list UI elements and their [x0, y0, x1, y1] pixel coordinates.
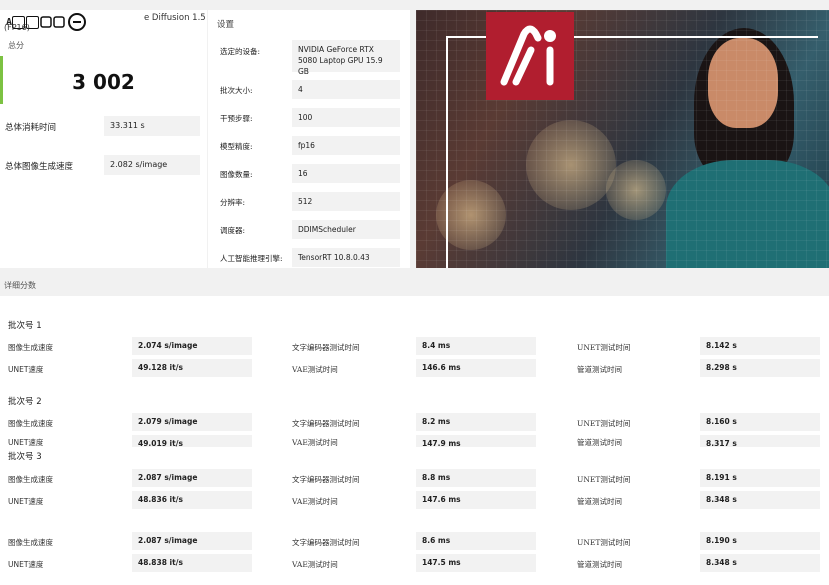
batch-title: 批次号 1 — [8, 321, 42, 331]
unet-time-label: UNET测试时间 — [577, 475, 631, 484]
batch2-text-encoder: 8.2 ms — [416, 413, 536, 431]
text-encoder-label: 文字编码器测试时间 — [292, 343, 360, 352]
setting-value: TensorRT 10.8.0.43 — [292, 248, 400, 267]
unet-time-label: UNET测试时间 — [577, 419, 631, 428]
setting-label: 分辨率: — [220, 198, 246, 207]
batch3-gen-speed: 2.087 s/image — [132, 469, 252, 487]
batch3-pipeline: 8.348 s — [700, 491, 820, 509]
setting-value: 512 — [292, 192, 400, 211]
batch1-vae: 146.6 ms — [416, 359, 536, 377]
gen-speed-label: 总体图像生成速度 — [5, 162, 74, 172]
pipeline-label: 管道测试时间 — [577, 560, 622, 569]
batch4-gen-speed: 2.087 s/image — [132, 532, 252, 550]
batch2-unet-speed: 49.019 it/s — [132, 435, 252, 447]
unet-speed-label: UNET速度 — [8, 365, 44, 374]
batch4-unet-speed: 48.838 it/s — [132, 554, 252, 572]
vae-label: VAE测试时间 — [292, 560, 338, 569]
total-time-label: 总体消耗时间 — [5, 123, 57, 133]
setting-label: 图像数量: — [220, 170, 253, 179]
gen-speed-label: 图像生成速度 — [8, 343, 53, 352]
unet-speed-label: UNET速度 — [8, 497, 44, 506]
text-encoder-label: 文字编码器测试时间 — [292, 419, 360, 428]
gen-speed-label: 图像生成速度 — [8, 475, 53, 484]
batch3-unet-speed: 48.836 it/s — [132, 491, 252, 509]
batch4-text-encoder: 8.6 ms — [416, 532, 536, 550]
benchmark-hero-image — [416, 10, 829, 268]
batch4-unet-time: 8.190 s — [700, 532, 820, 550]
unet-time-label: UNET测试时间 — [577, 343, 631, 352]
benchmark-title: e Diffusion 1.5 — [144, 13, 206, 23]
setting-label: 选定的设备: — [220, 47, 261, 56]
batch2-unet-time: 8.160 s — [700, 413, 820, 431]
total-time-value: 33.311 s — [104, 116, 200, 136]
setting-value: 4 — [292, 80, 400, 99]
brand-circle-icon — [68, 13, 87, 31]
batch3-unet-time: 8.191 s — [700, 469, 820, 487]
batch2-vae: 147.9 ms — [416, 435, 536, 447]
batch2-clipped-row: UNET速度 49.019 it/s VAE测试时间 147.9 ms 管道测试… — [0, 435, 829, 447]
benchmark-title-line2: (FP16) — [4, 23, 30, 32]
text-encoder-label: 文字编码器测试时间 — [292, 475, 360, 484]
setting-label: 模型精度: — [220, 142, 253, 151]
batch3-text-encoder: 8.8 ms — [416, 469, 536, 487]
total-score: 3 002 — [72, 70, 135, 94]
batch2-gen-speed: 2.079 s/image — [132, 413, 252, 431]
batch1-unet-time: 8.142 s — [700, 337, 820, 355]
ai-logo-icon — [486, 12, 574, 100]
vae-label: VAE测试时间 — [292, 365, 338, 374]
vae-label: VAE测试时间 — [292, 438, 338, 447]
pipeline-label: 管道测试时间 — [577, 365, 622, 374]
pipeline-label: 管道测试时间 — [577, 497, 622, 506]
setting-label: 干预步骤: — [220, 114, 253, 123]
setting-value: DDIMScheduler — [292, 220, 400, 239]
batch4-pipeline: 8.348 s — [700, 554, 820, 572]
batch1-text-encoder: 8.4 ms — [416, 337, 536, 355]
batch3-vae: 147.6 ms — [416, 491, 536, 509]
batch-title: 批次号 3 — [8, 452, 42, 462]
batch-title: 批次号 2 — [8, 397, 42, 407]
gen-speed-value: 2.082 s/image — [104, 155, 200, 175]
batch4-vae: 147.5 ms — [416, 554, 536, 572]
vae-label: VAE测试时间 — [292, 497, 338, 506]
setting-label: 批次大小: — [220, 86, 253, 95]
unet-speed-label: UNET速度 — [8, 438, 44, 447]
setting-value: 16 — [292, 164, 400, 183]
setting-label: 人工智能推理引擎: — [220, 254, 283, 263]
detailed-scores-section: 详细分数 批次号 1 图像生成速度 2.074 s/image 文字编码器测试时… — [0, 279, 829, 585]
batch1-gen-speed: 2.074 s/image — [132, 337, 252, 355]
summary-panel: A e Diffusion 1.5 (FP16) 总分 3 002 总体消耗时间… — [0, 10, 207, 268]
batch2-pipeline: 8.317 s — [700, 435, 820, 447]
settings-title: 设置 — [217, 20, 235, 30]
batch1-unet-speed: 49.128 it/s — [132, 359, 252, 377]
pipeline-label: 管道测试时间 — [577, 438, 622, 447]
batch1-pipeline: 8.298 s — [700, 359, 820, 377]
settings-panel: 设置 选定的设备: NVIDIA GeForce RTX 5080 Laptop… — [208, 10, 410, 268]
text-encoder-label: 文字编码器测试时间 — [292, 538, 360, 547]
setting-value: 100 — [292, 108, 400, 127]
details-title: 详细分数 — [4, 281, 36, 290]
gen-speed-label: 图像生成速度 — [8, 419, 53, 428]
unet-speed-label: UNET速度 — [8, 560, 44, 569]
unet-time-label: UNET测试时间 — [577, 538, 631, 547]
setting-label: 调度器: — [220, 226, 246, 235]
setting-value: NVIDIA GeForce RTX 5080 Laptop GPU 15.9 … — [292, 40, 400, 76]
logo-mark-icon — [40, 16, 65, 28]
setting-value: fp16 — [292, 136, 400, 155]
gen-speed-label: 图像生成速度 — [8, 538, 53, 547]
score-label: 总分 — [8, 41, 24, 50]
